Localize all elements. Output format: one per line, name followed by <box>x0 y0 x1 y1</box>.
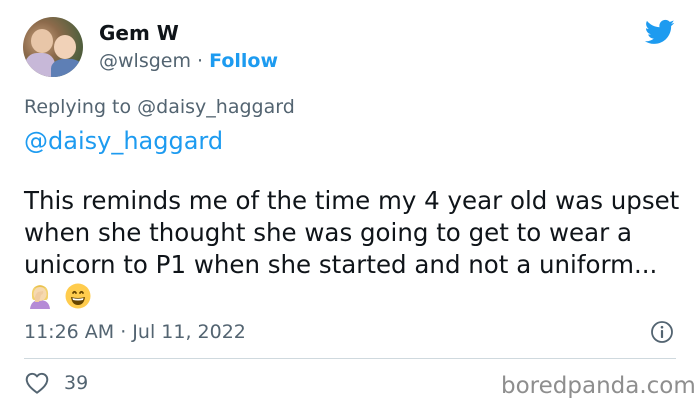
heart-icon[interactable] <box>24 370 50 396</box>
woman-facepalming-icon <box>26 282 54 310</box>
user-handle[interactable]: @wlsgem <box>99 50 191 72</box>
tweet-timestamp[interactable]: 11:26 AM · Jul 11, 2022 <box>24 319 246 345</box>
handle-separator: · <box>197 50 204 72</box>
tweet-body: This reminds me of the time my 4 year ol… <box>24 185 684 313</box>
watermark: boredpanda.com <box>501 373 696 399</box>
display-name[interactable]: Gem W <box>99 20 179 46</box>
mention-link[interactable]: @daisy_haggard <box>24 126 223 156</box>
divider <box>24 358 676 359</box>
handle-row: @wlsgem · Follow <box>99 49 278 73</box>
avatar-shirt-right <box>51 59 83 77</box>
avatar-face-left <box>31 29 53 53</box>
tweet-text: This reminds me of the time my 4 year ol… <box>24 186 680 279</box>
like-count: 39 <box>64 372 89 394</box>
replying-to-label: Replying to @daisy_haggard <box>24 96 295 118</box>
twitter-bird-icon[interactable] <box>643 17 677 47</box>
follow-button[interactable]: Follow <box>209 50 278 72</box>
grinning-face-icon <box>64 282 92 310</box>
info-icon[interactable] <box>650 320 674 344</box>
avatar-face-right <box>54 35 76 59</box>
avatar[interactable] <box>23 17 83 77</box>
